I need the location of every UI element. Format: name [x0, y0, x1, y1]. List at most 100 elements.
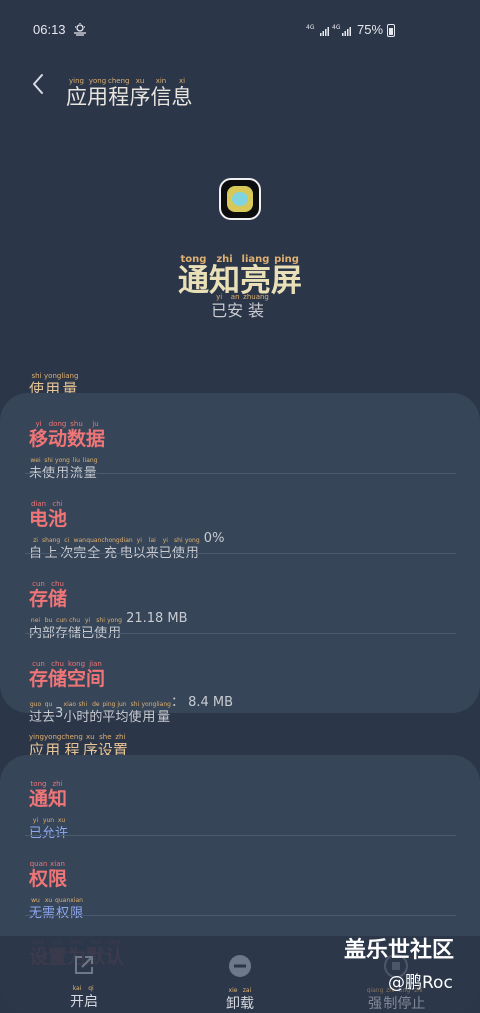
- open-button[interactable]: kai 开 qi 启: [34, 954, 134, 1009]
- settings-section-title: ying 应 yong 用 cheng 程 xu 序 she 设 zhi 置: [29, 725, 128, 758]
- ruby-char: chu 储: [48, 580, 68, 610]
- ruby-char: dong 动: [48, 420, 68, 450]
- ruby-char: cheng 程: [108, 77, 130, 109]
- list-item-permissions[interactable]: quan 权 xian 限 wu 无 xu 需 quan 权 xian 限: [29, 849, 456, 921]
- usage-card: yi 移 dong 动 shu 数 ju 据 wei 未 shi 使 yong 用 liu 流 liang 量 …: [0, 393, 480, 724]
- list-item-storage[interactable]: cun 存 chu 储 nei 内 bu 部 cun 存 chu 储 yi 已 shi 使 yong 用 21.…: [29, 569, 456, 641]
- row-title: dian 电 chi 池: [29, 489, 456, 529]
- ruby-char: qi 启: [84, 985, 98, 1010]
- ruby-char: yong 用: [141, 701, 157, 725]
- watermark-sub: @鹏Roc: [388, 973, 453, 993]
- ruby-char: nei 内: [29, 617, 43, 641]
- ruby-char: yi 已: [211, 293, 228, 320]
- ruby-char: xian 限: [48, 860, 68, 890]
- app-notification-icon: [219, 178, 261, 220]
- ruby-char: zai 载: [240, 987, 254, 1012]
- ruby-char: chi 池: [48, 500, 68, 530]
- row-subtitle: nei 内 bu 部 cun 存 chu 储 yi 已 shi 使 yong 用 21.18 MB: [29, 611, 456, 640]
- battery-icon: [387, 24, 395, 37]
- ruby-char: wei 未: [29, 457, 43, 481]
- ruby-char: cun 存: [55, 617, 69, 641]
- battery-percent: 75%: [357, 22, 384, 37]
- ruby-char: dian 电: [29, 500, 49, 530]
- ruby-char: kai 开: [70, 985, 84, 1010]
- signal-icon: 4G 4G: [306, 24, 351, 36]
- app-install-status: yi 已 an 安 zhuang 装: [0, 284, 480, 319]
- ruby-char: chong 充: [101, 537, 120, 561]
- ruby-char: dian 电: [119, 537, 133, 561]
- ruby-char: guo 过: [29, 701, 43, 725]
- row-title: quan 权 xian 限: [29, 849, 456, 889]
- ruby-char: yi 已: [29, 817, 43, 841]
- ruby-char: liu 流: [69, 457, 83, 481]
- ruby-char: zhuang 装: [243, 293, 269, 320]
- ruby-char: quan 全: [86, 537, 102, 561]
- svg-text:4G: 4G: [332, 24, 341, 31]
- ruby-char: shi 使: [128, 701, 142, 725]
- ruby-char: liang 量: [82, 457, 98, 481]
- ruby-char: shi 使: [42, 457, 56, 481]
- ruby-char: an 安: [227, 293, 244, 320]
- ruby-char: qiang 强: [366, 987, 384, 1012]
- ruby-char: cun 存: [29, 660, 49, 690]
- ruby-char: quan 权: [29, 860, 49, 890]
- cloud-sun-icon: [74, 23, 86, 36]
- open-external-icon: [75, 956, 93, 974]
- ruby-char: shi 使: [94, 617, 108, 641]
- page-title: ying 应 yong 用 cheng 程 xu 序 xin 信 xi 息: [66, 64, 192, 108]
- ruby-char: shu 数: [67, 420, 87, 450]
- watermark: 盖乐世社区: [344, 938, 455, 963]
- ruby-char: zi 自: [29, 537, 43, 561]
- ruby-char: de 的: [89, 701, 103, 725]
- divider: [25, 553, 456, 554]
- ruby-char: jun 均: [115, 701, 129, 725]
- ruby-char: yong 用: [55, 457, 70, 481]
- row-subtitle: wei 未 shi 使 yong 用 liu 流 liang 量: [29, 451, 456, 481]
- chevron-left-icon: [33, 74, 43, 94]
- uninstall-button[interactable]: xie 卸 zai 载: [190, 954, 290, 1011]
- ruby-char: ping 平: [102, 701, 116, 725]
- ruby-char: zhi 知: [48, 780, 68, 810]
- value-text: 21.18 MB: [121, 611, 188, 626]
- ruby-char: yun 允: [42, 817, 56, 841]
- status-time: 06:13: [33, 22, 66, 37]
- divider: [25, 633, 456, 634]
- ruby-char: yi 以: [132, 537, 146, 561]
- row-title: cun 存 chu 储: [29, 569, 456, 609]
- list-item-notifications[interactable]: tong 通 zhi 知 yi 已 yun 允 xu 许: [29, 769, 456, 841]
- divider: [25, 835, 456, 836]
- ruby-char: xu 序: [129, 77, 151, 109]
- list-item-battery[interactable]: dian 电 chi 池 zi 自 shang 上 ci 次 wan 完 quan 全 chong 充 dia…: [29, 489, 456, 561]
- ruby-char: qu 去: [42, 701, 56, 725]
- ruby-char: ju 据: [86, 420, 106, 450]
- ruby-char: 3: [55, 706, 64, 721]
- ruby-char: yong 用: [87, 77, 108, 109]
- ruby-char: ci 次: [60, 537, 74, 561]
- ruby-char: yi 移: [29, 420, 49, 450]
- status-bar: 06:13 4G 4G 75%: [0, 0, 480, 56]
- back-button[interactable]: [24, 68, 52, 100]
- ruby-char: quan 权: [55, 897, 71, 921]
- value-text: 0%: [199, 531, 225, 546]
- svg-text:4G: 4G: [306, 24, 315, 31]
- ruby-char: cun 存: [29, 580, 49, 610]
- row-title: tong 通 zhi 知: [29, 769, 456, 809]
- minus-circle-icon: [229, 955, 251, 977]
- ruby-char: chu 储: [48, 660, 68, 690]
- ruby-char: wan 完: [73, 537, 87, 561]
- ruby-char: xie 卸: [226, 987, 240, 1012]
- ruby-char: xiao 小: [63, 701, 77, 725]
- row-title: cun 存 chu 储 kong 空 jian 间: [29, 649, 456, 689]
- ruby-char: jian 间: [86, 660, 106, 690]
- ruby-char: yi 已: [81, 617, 95, 641]
- open-label: kai 开 qi 启: [70, 978, 98, 1010]
- ruby-char: kong 空: [67, 660, 87, 690]
- ruby-char: wu 无: [29, 897, 43, 921]
- ruby-char: ying 应: [66, 77, 87, 109]
- row-title: yi 移 dong 动 shu 数 ju 据: [29, 409, 456, 449]
- row-subtitle: guo 过 qu 去 3 xiao 小 shi 时 de 的 ping 平 jun 均 shi 使 yong 用…: [29, 691, 456, 724]
- list-item-memory[interactable]: cun 存 chu 储 kong 空 jian 间 guo 过 qu 去 3 xiao 小 shi 时 de…: [29, 649, 456, 725]
- divider: [25, 473, 456, 474]
- list-item-mobile-data[interactable]: yi 移 dong 动 shu 数 ju 据 wei 未 shi 使 yong 用 liu 流 liang 量: [29, 409, 456, 481]
- ruby-char: lai 来: [145, 537, 159, 561]
